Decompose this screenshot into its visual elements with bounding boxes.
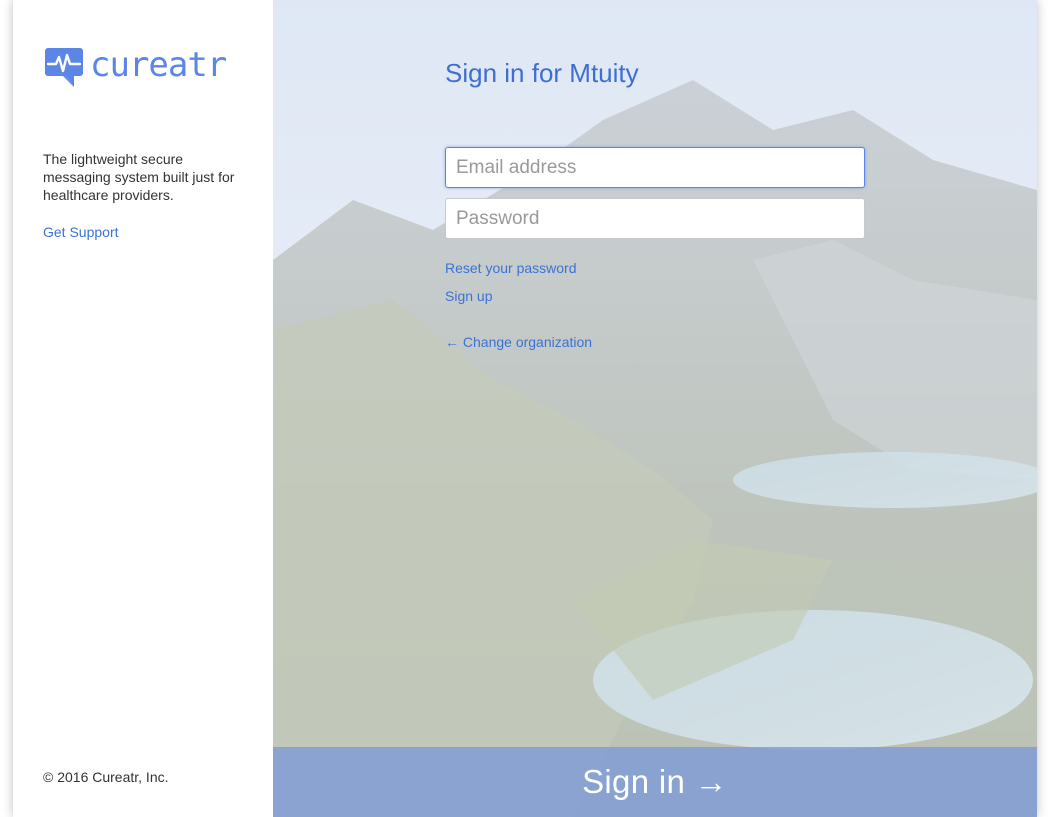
sign-in-label: Sign in → bbox=[582, 763, 728, 800]
password-field[interactable] bbox=[445, 198, 865, 239]
get-support-link[interactable]: Get Support bbox=[43, 224, 119, 240]
background-overlay bbox=[273, 0, 1037, 817]
sign-in-button[interactable]: Sign in → bbox=[273, 747, 1037, 817]
reset-password-link[interactable]: Reset your password bbox=[445, 260, 577, 276]
copyright: © 2016 Cureatr, Inc. bbox=[43, 769, 169, 785]
app-window: cureatr The lightweight secure messaging… bbox=[13, 0, 1037, 817]
brand-name: cureatr bbox=[90, 45, 227, 85]
page-title: Sign in for Mtuity bbox=[445, 58, 639, 88]
sign-up-link[interactable]: Sign up bbox=[445, 288, 492, 304]
sidebar: cureatr The lightweight secure messaging… bbox=[13, 0, 273, 817]
change-organization-link[interactable]: ← Change organization bbox=[445, 334, 592, 350]
email-field[interactable] bbox=[445, 147, 865, 188]
tagline: The lightweight secure messaging system … bbox=[43, 151, 235, 203]
chat-heartbeat-icon bbox=[45, 48, 83, 87]
brand-logo: cureatr bbox=[44, 45, 227, 90]
signin-panel: Sign in for Mtuity Reset your password S… bbox=[273, 0, 1037, 817]
